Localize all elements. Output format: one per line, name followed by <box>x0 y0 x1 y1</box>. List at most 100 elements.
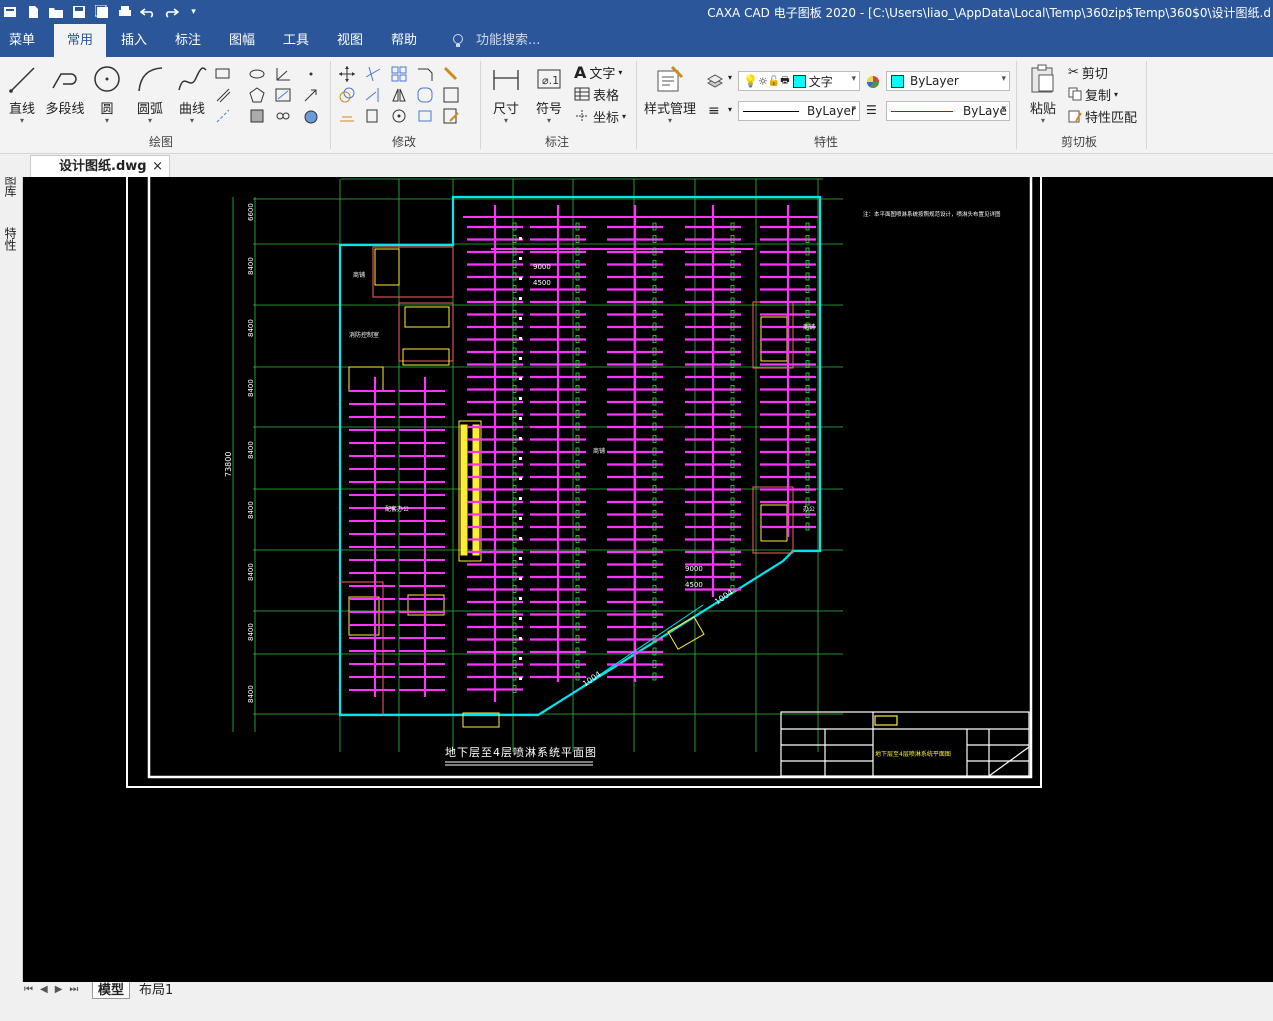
clipboard-group-label: 剪切板 <box>1061 135 1098 149</box>
lineweight-preview-icon <box>891 110 953 112</box>
explode-icon[interactable] <box>416 107 434 125</box>
align-icon[interactable]: ≡ <box>708 103 720 119</box>
dimension-button[interactable]: 尺寸 ▾ <box>486 61 526 125</box>
spline-icon <box>174 61 210 97</box>
text-button[interactable]: A 文字 ▾ <box>574 62 622 82</box>
document-tab[interactable]: 设计图纸.dwg × <box>30 155 170 177</box>
dim-left-label: 8400 <box>247 685 255 703</box>
hatch-icon[interactable] <box>274 86 292 104</box>
tab-menu[interactable]: 菜单 <box>0 24 44 57</box>
lineweight-select[interactable]: ByLaye ▾ <box>886 101 1010 121</box>
mirror-icon[interactable] <box>390 86 408 104</box>
save-icon[interactable] <box>69 3 88 21</box>
room-label-2: 配套办公 <box>385 505 409 513</box>
align-caret-icon[interactable]: ▾ <box>728 105 732 114</box>
angle-line-icon[interactable] <box>274 65 292 83</box>
arc-button[interactable]: 圆弧 ▾ <box>132 61 168 125</box>
polyline-button[interactable]: 多段线 <box>44 61 86 117</box>
print-icon[interactable] <box>115 3 134 21</box>
color-wheel-icon[interactable] <box>864 73 882 91</box>
ellipse-icon[interactable] <box>248 65 266 83</box>
undo-icon[interactable] <box>138 3 157 21</box>
rectangle-icon[interactable] <box>214 65 232 83</box>
open-folder-icon[interactable] <box>46 3 65 21</box>
move-icon[interactable] <box>338 65 356 83</box>
pipe-node <box>519 317 522 320</box>
app-icon[interactable] <box>0 3 19 21</box>
drawing-canvas[interactable]: 1004 1004 9000 4500 9000 4500 73800 6600… <box>23 177 1273 982</box>
new-file-icon[interactable] <box>23 3 42 21</box>
fillet-icon[interactable] <box>416 86 434 104</box>
offset-icon[interactable] <box>338 107 356 125</box>
redo-icon[interactable] <box>161 3 180 21</box>
arrow-icon[interactable] <box>302 86 320 104</box>
tab-view[interactable]: 视图 <box>328 24 372 57</box>
function-search-input[interactable]: 功能搜索... <box>476 24 540 57</box>
pipe-node <box>519 557 522 560</box>
table-button[interactable]: 表格 <box>574 84 619 104</box>
customize-qat-icon[interactable]: ▾ <box>184 3 203 21</box>
trim-icon[interactable] <box>364 65 382 83</box>
chamfer-icon[interactable] <box>416 65 434 83</box>
tab-sheet[interactable]: 图幅 <box>220 24 264 57</box>
fill-icon[interactable] <box>302 107 320 125</box>
dim-top-2: 4500 <box>533 279 551 287</box>
tab-common[interactable]: 常用 <box>54 24 106 57</box>
tab-tools[interactable]: 工具 <box>274 24 318 57</box>
tab-help[interactable]: 帮助 <box>382 24 426 57</box>
brush-icon[interactable] <box>442 65 460 83</box>
symbol-button[interactable]: ⌀.1 符号 ▾ <box>530 61 568 125</box>
array-icon[interactable] <box>390 65 408 83</box>
ribbon-tab-bar: 菜单 常用 插入 标注 图幅 工具 视图 帮助 功能搜索... <box>0 24 1273 57</box>
stretch-icon[interactable] <box>364 107 382 125</box>
pipe-node <box>519 637 522 640</box>
layer-select[interactable]: 💡 ☼ 🔓 🖶 文字 ▾ <box>738 71 860 91</box>
cut-button[interactable]: ✂ 剪切 <box>1068 62 1108 82</box>
lightbulb-icon <box>452 33 464 51</box>
polygon-icon[interactable] <box>248 86 266 104</box>
line-icon <box>4 61 40 97</box>
curve-button[interactable]: 曲线 ▾ <box>174 61 210 125</box>
coordinate-button[interactable]: 坐标 ▾ <box>574 106 626 126</box>
pipe-node <box>519 657 522 660</box>
cloud-icon[interactable] <box>274 107 292 125</box>
lineweight-icon[interactable]: ☰ <box>866 103 877 117</box>
paste-button[interactable]: 粘贴 ▾ <box>1024 61 1062 125</box>
diagonal-wall <box>542 604 704 714</box>
group-divider <box>480 61 481 149</box>
linetype-select[interactable]: ByLayer ▾ <box>738 101 860 121</box>
edit-icon[interactable] <box>442 107 460 125</box>
dim-left-label: 8400 <box>247 441 255 459</box>
scale-icon[interactable] <box>442 86 460 104</box>
rotate-icon[interactable] <box>390 107 408 125</box>
line-button[interactable]: 直线 ▾ <box>4 61 40 125</box>
side-tab-properties[interactable]: 特性 <box>3 227 19 251</box>
drawing-title: 地下层至4层喷淋系统平面图 <box>445 746 597 759</box>
centerline-icon[interactable] <box>214 107 232 125</box>
layout-nav-arrows-icon[interactable]: ⏮◀▶⏭ <box>24 984 85 995</box>
close-icon[interactable]: × <box>152 156 163 178</box>
color-select[interactable]: ByLayer ▾ <box>886 71 1010 91</box>
save-all-icon[interactable] <box>92 3 111 21</box>
block-icon[interactable] <box>248 107 266 125</box>
parallel-line-icon[interactable] <box>214 86 232 104</box>
dim-left-label: 8400 <box>247 501 255 519</box>
copy-object-icon[interactable] <box>338 86 356 104</box>
layer-manager-icon[interactable] <box>706 71 724 89</box>
copy-button[interactable]: 复制 ▾ <box>1068 84 1118 104</box>
pipe-node <box>519 577 522 580</box>
point-icon[interactable] <box>302 65 320 83</box>
layer-caret-icon[interactable]: ▾ <box>728 73 732 82</box>
match-properties-button[interactable]: 特性匹配 <box>1068 106 1137 126</box>
dim-left-label: 8400 <box>247 623 255 641</box>
tab-insert[interactable]: 插入 <box>112 24 156 57</box>
layout-tab-layout1[interactable]: 布局1 <box>134 982 178 999</box>
tab-dimension[interactable]: 标注 <box>166 24 210 57</box>
style-manager-button[interactable]: 样式管理 ▾ <box>642 61 698 125</box>
pipe-node <box>519 457 522 460</box>
layout-tab-model[interactable]: 模型 <box>92 982 131 999</box>
bulb-icon: 💡 <box>743 74 758 88</box>
circle-button[interactable]: 圆 ▾ <box>90 61 124 125</box>
dimension-icon <box>486 61 526 97</box>
extend-icon[interactable] <box>364 86 382 104</box>
